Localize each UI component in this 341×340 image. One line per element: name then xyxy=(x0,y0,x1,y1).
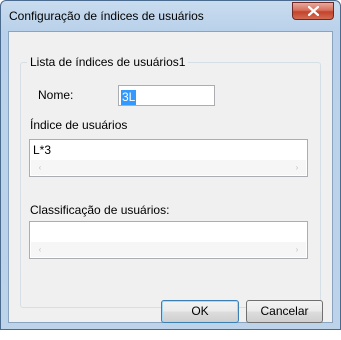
user-classification-scrollbar[interactable]: ‹ › xyxy=(31,242,306,257)
user-index-label: Índice de usuários xyxy=(30,118,128,132)
name-input[interactable]: 3L xyxy=(118,85,215,106)
scroll-right-icon[interactable]: › xyxy=(291,162,303,173)
window-title: Configuração de índices de usuários xyxy=(9,9,204,23)
title-bar[interactable]: Configuração de índices de usuários xyxy=(1,1,340,31)
dialog-window: Configuração de índices de usuários List… xyxy=(0,0,341,330)
name-label: Nome: xyxy=(38,88,74,102)
close-button[interactable] xyxy=(292,2,334,20)
ok-button[interactable]: OK xyxy=(161,300,239,323)
user-index-value: L*3 xyxy=(33,143,52,157)
cancel-button[interactable]: Cancelar xyxy=(246,300,323,323)
dialog-client-area: Lista de índices de usuários1 Nome: 3L Í… xyxy=(8,31,333,323)
user-index-scrollbar[interactable]: ‹ › xyxy=(31,160,306,175)
user-index-field[interactable]: L*3 ‹ › xyxy=(29,139,308,177)
scroll-left-icon[interactable]: ‹ xyxy=(34,162,46,173)
user-classification-label: Classificação de usuários: xyxy=(30,203,170,217)
close-icon xyxy=(308,6,319,16)
scroll-right-icon[interactable]: › xyxy=(291,244,303,255)
user-classification-field[interactable]: ‹ › xyxy=(29,221,308,259)
scroll-left-icon[interactable]: ‹ xyxy=(34,244,46,255)
group-legend: Lista de índices de usuários1 xyxy=(27,55,189,69)
name-input-value: 3L xyxy=(121,90,137,105)
background xyxy=(0,330,341,340)
